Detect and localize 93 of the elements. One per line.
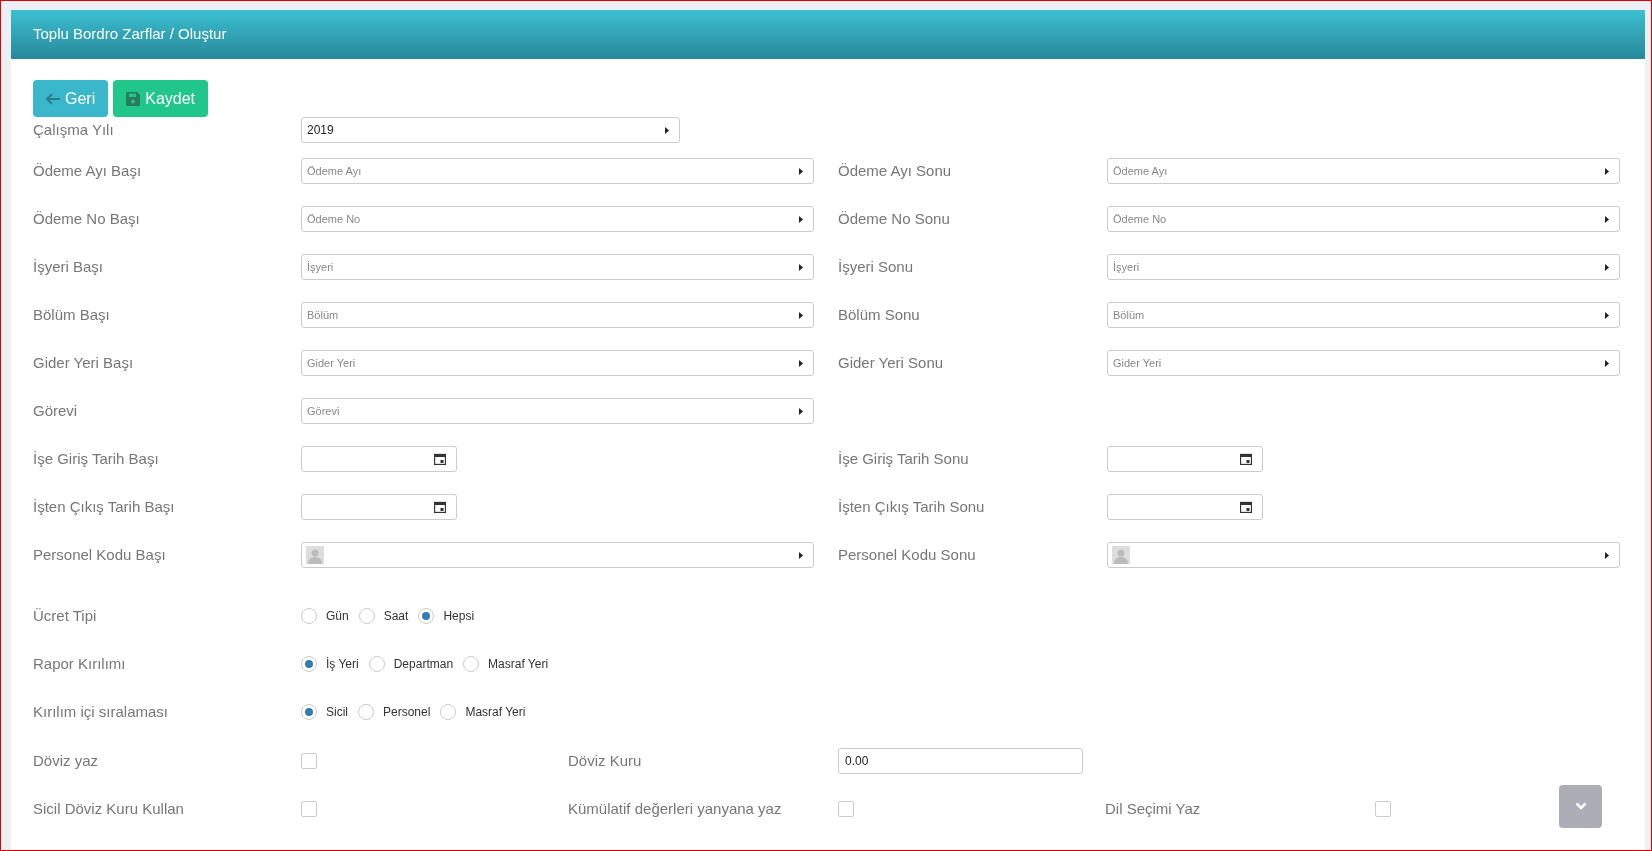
radio-label: Gün	[326, 608, 349, 625]
date-field[interactable]	[1107, 494, 1263, 520]
select-field[interactable]: Ödeme No	[1107, 206, 1620, 232]
field-label: Ödeme Ayı Başı	[33, 162, 142, 179]
field-label: Çalışma Yılı	[33, 121, 114, 138]
caret-icon	[1605, 263, 1609, 271]
field-label: Bölüm Başı	[33, 306, 110, 323]
select-field[interactable]: Ödeme Ayı	[301, 158, 814, 184]
radio-label: Personel	[383, 704, 431, 721]
field-label: Ödeme No Sonu	[838, 210, 950, 227]
field-label: Bölüm Sonu	[838, 306, 920, 323]
caret-icon	[665, 126, 669, 134]
caret-icon	[799, 167, 803, 175]
select-field[interactable]: Görevi	[301, 398, 814, 424]
select-field[interactable]: İşyeri	[301, 254, 814, 280]
caret-icon	[799, 359, 803, 367]
radio-label: Sicil	[326, 704, 348, 721]
select-field[interactable]: Ödeme Ayı	[1107, 158, 1620, 184]
field-label: Gider Yeri Başı	[33, 354, 134, 371]
radio-label: Saat	[383, 608, 409, 625]
radio-button[interactable]	[301, 608, 317, 624]
field-label: Ücret Tipi	[33, 607, 97, 624]
user-avatar-icon	[1112, 546, 1130, 564]
field-label: Döviz Kuru	[568, 752, 642, 769]
save-button[interactable]: Kaydet	[113, 80, 209, 117]
field-label: Personel Kodu Başı	[33, 546, 166, 563]
radio-label: İş Yeri	[326, 656, 359, 673]
arrow-left-icon	[46, 92, 60, 105]
number-input[interactable]: 0.00	[838, 748, 1083, 774]
field-label: İşten Çıkış Tarih Sonu	[838, 498, 985, 515]
caret-icon	[1605, 359, 1609, 367]
caret-icon	[799, 263, 803, 271]
chevron-down-icon	[1574, 802, 1587, 810]
field-label: Kırılım içi sıralaması	[33, 703, 168, 720]
page-title: Toplu Bordro Zarflar / Oluştur	[33, 24, 227, 45]
caret-icon	[1605, 215, 1609, 223]
field-label: Sicil Döviz Kuru Kullan	[33, 800, 184, 817]
field-label: Ödeme Ayı Sonu	[838, 162, 952, 179]
field-label: İşe Giriş Tarih Başı	[33, 450, 159, 467]
radio-button[interactable]	[440, 704, 457, 720]
select-field[interactable]: Bölüm	[1107, 302, 1620, 328]
field-label: Personel Kodu Sonu	[838, 546, 976, 563]
caret-icon	[1605, 167, 1609, 175]
caret-icon	[799, 551, 803, 559]
year-select[interactable]: 2019	[301, 117, 680, 143]
field-label: Dil Seçimi Yaz	[1105, 800, 1201, 817]
calendar-icon	[434, 501, 446, 513]
field-label: Ödeme No Başı	[33, 210, 140, 227]
radio-button[interactable]	[301, 656, 317, 672]
field-label: Görevi	[33, 402, 78, 419]
calendar-icon	[434, 453, 446, 465]
calendar-icon	[1240, 453, 1252, 465]
date-field[interactable]	[1107, 446, 1263, 472]
caret-icon	[799, 215, 803, 223]
radio-button[interactable]	[358, 608, 375, 624]
caret-icon	[1605, 311, 1609, 319]
select-field[interactable]: Gider Yeri	[301, 350, 814, 376]
field-label: Döviz yaz	[33, 752, 99, 769]
person-select-field[interactable]	[301, 542, 814, 568]
radio-button[interactable]	[368, 656, 385, 672]
scroll-down-button[interactable]	[1559, 784, 1602, 828]
radio-button[interactable]	[418, 608, 435, 624]
field-label: İşyeri Başı	[33, 258, 104, 275]
checkbox[interactable]	[301, 801, 317, 817]
select-field[interactable]: İşyeri	[1107, 254, 1620, 280]
calendar-icon	[1240, 501, 1252, 513]
checkbox[interactable]	[838, 801, 854, 817]
field-label: Kümülatif değerleri yanyana yaz	[568, 800, 782, 817]
radio-label: Masraf Yeri	[488, 656, 549, 673]
caret-icon	[1605, 551, 1609, 559]
radio-label: Masraf Yeri	[465, 704, 526, 721]
radio-label: Departman	[393, 656, 454, 673]
field-label: İşyeri Sonu	[838, 258, 914, 275]
radio-button[interactable]	[301, 704, 317, 720]
select-field[interactable]: Bölüm	[301, 302, 814, 328]
radio-button[interactable]	[358, 704, 374, 720]
back-button[interactable]: Geri	[33, 80, 109, 117]
user-avatar-icon	[306, 546, 324, 564]
radio-button[interactable]	[463, 656, 480, 672]
person-select-field[interactable]	[1107, 542, 1620, 568]
field-label: İşten Çıkış Tarih Başı	[33, 498, 175, 515]
radio-label: Hepsi	[443, 608, 475, 625]
date-field[interactable]	[301, 446, 457, 472]
select-field[interactable]: Gider Yeri	[1107, 350, 1620, 376]
checkbox[interactable]	[1375, 801, 1391, 817]
field-label: Gider Yeri Sonu	[838, 354, 944, 371]
field-label: Rapor Kırılımı	[33, 655, 126, 672]
checkbox[interactable]	[301, 753, 317, 769]
caret-icon	[799, 311, 803, 319]
date-field[interactable]	[301, 494, 457, 520]
select-field[interactable]: Ödeme No	[301, 206, 814, 232]
caret-icon	[799, 407, 803, 415]
field-label: İşe Giriş Tarih Sonu	[838, 450, 969, 467]
